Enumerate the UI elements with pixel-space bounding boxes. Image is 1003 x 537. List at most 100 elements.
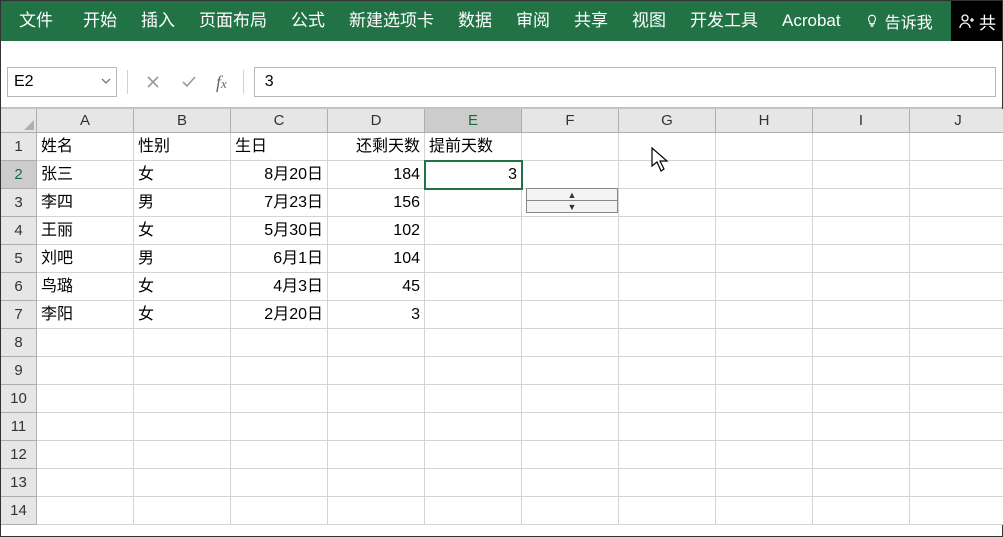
tab-file[interactable]: 文件 (1, 1, 71, 41)
cell-H6[interactable] (716, 273, 813, 301)
cell-C7[interactable]: 2月20日 (231, 301, 328, 329)
cell-G11[interactable] (619, 413, 716, 441)
cell-F10[interactable] (522, 385, 619, 413)
cell-G12[interactable] (619, 441, 716, 469)
cell-F13[interactable] (522, 469, 619, 497)
cancel-button[interactable] (138, 68, 168, 96)
cell-B9[interactable] (134, 357, 231, 385)
row-head-10[interactable]: 10 (1, 385, 37, 413)
cell-G4[interactable] (619, 217, 716, 245)
cell-B7[interactable]: 女 (134, 301, 231, 329)
cell-A10[interactable] (37, 385, 134, 413)
cell-I10[interactable] (813, 385, 910, 413)
cell-I6[interactable] (813, 273, 910, 301)
cell-D3[interactable]: 156 (328, 189, 425, 217)
cell-J4[interactable] (910, 217, 1003, 245)
cell-I14[interactable] (813, 497, 910, 525)
cell-G5[interactable] (619, 245, 716, 273)
row-head-11[interactable]: 11 (1, 413, 37, 441)
cell-A7[interactable]: 李阳 (37, 301, 134, 329)
tab-acrobat[interactable]: Acrobat (770, 1, 853, 41)
cell-F7[interactable] (522, 301, 619, 329)
col-head-A[interactable]: A (37, 109, 134, 133)
tab-share[interactable]: 共享 (562, 1, 620, 41)
chevron-down-icon[interactable] (100, 74, 112, 92)
cell-E12[interactable] (425, 441, 522, 469)
col-head-F[interactable]: F (522, 109, 619, 133)
cell-J13[interactable] (910, 469, 1003, 497)
cell-H10[interactable] (716, 385, 813, 413)
cell-J7[interactable] (910, 301, 1003, 329)
cell-F11[interactable] (522, 413, 619, 441)
cell-A1[interactable]: 姓名 (37, 133, 134, 161)
cell-I11[interactable] (813, 413, 910, 441)
row-head-14[interactable]: 14 (1, 497, 37, 525)
cell-I4[interactable] (813, 217, 910, 245)
cell-J5[interactable] (910, 245, 1003, 273)
cell-J1[interactable] (910, 133, 1003, 161)
cell-E13[interactable] (425, 469, 522, 497)
cell-G13[interactable] (619, 469, 716, 497)
cell-D1[interactable]: 还剩天数 (328, 133, 425, 161)
cell-E7[interactable] (425, 301, 522, 329)
select-all-corner[interactable] (1, 109, 37, 133)
cell-H3[interactable] (716, 189, 813, 217)
cell-C5[interactable]: 6月1日 (231, 245, 328, 273)
cell-D11[interactable] (328, 413, 425, 441)
cell-E10[interactable] (425, 385, 522, 413)
cell-C10[interactable] (231, 385, 328, 413)
cell-C12[interactable] (231, 441, 328, 469)
cell-D14[interactable] (328, 497, 425, 525)
cell-B11[interactable] (134, 413, 231, 441)
cell-I13[interactable] (813, 469, 910, 497)
cell-G1[interactable] (619, 133, 716, 161)
cell-J9[interactable] (910, 357, 1003, 385)
tab-formulas[interactable]: 公式 (279, 1, 337, 41)
cell-J12[interactable] (910, 441, 1003, 469)
cell-I9[interactable] (813, 357, 910, 385)
row-head-6[interactable]: 6 (1, 273, 37, 301)
cell-A6[interactable]: 鸟璐 (37, 273, 134, 301)
cell-B3[interactable]: 男 (134, 189, 231, 217)
cell-D8[interactable] (328, 329, 425, 357)
cell-B13[interactable] (134, 469, 231, 497)
cell-C4[interactable]: 5月30日 (231, 217, 328, 245)
cell-E5[interactable] (425, 245, 522, 273)
row-head-8[interactable]: 8 (1, 329, 37, 357)
cell-D6[interactable]: 45 (328, 273, 425, 301)
cell-J14[interactable] (910, 497, 1003, 525)
col-head-G[interactable]: G (619, 109, 716, 133)
cell-F8[interactable] (522, 329, 619, 357)
cell-A2[interactable]: 张三 (37, 161, 134, 189)
cell-F14[interactable] (522, 497, 619, 525)
confirm-button[interactable] (174, 68, 204, 96)
cell-H11[interactable] (716, 413, 813, 441)
col-head-E[interactable]: E (425, 109, 522, 133)
cell-C11[interactable] (231, 413, 328, 441)
col-head-B[interactable]: B (134, 109, 231, 133)
spinner-down-icon[interactable]: ▼ (527, 201, 617, 212)
cell-C9[interactable] (231, 357, 328, 385)
cell-H9[interactable] (716, 357, 813, 385)
cell-E14[interactable] (425, 497, 522, 525)
cell-H7[interactable] (716, 301, 813, 329)
row-head-9[interactable]: 9 (1, 357, 37, 385)
cell-B14[interactable] (134, 497, 231, 525)
cell-B8[interactable] (134, 329, 231, 357)
cell-B2[interactable]: 女 (134, 161, 231, 189)
row-head-12[interactable]: 12 (1, 441, 37, 469)
row-head-5[interactable]: 5 (1, 245, 37, 273)
cell-B6[interactable]: 女 (134, 273, 231, 301)
cell-D5[interactable]: 104 (328, 245, 425, 273)
formula-input[interactable]: 3 (254, 67, 996, 97)
cell-D4[interactable]: 102 (328, 217, 425, 245)
spin-button-control[interactable]: ▲ ▼ (526, 188, 618, 213)
tab-insert[interactable]: 插入 (129, 1, 187, 41)
cell-D12[interactable] (328, 441, 425, 469)
cell-B5[interactable]: 男 (134, 245, 231, 273)
fx-icon[interactable]: fx (210, 72, 233, 93)
cell-H13[interactable] (716, 469, 813, 497)
row-head-4[interactable]: 4 (1, 217, 37, 245)
tab-home[interactable]: 开始 (71, 1, 129, 41)
col-head-J[interactable]: J (910, 109, 1003, 133)
